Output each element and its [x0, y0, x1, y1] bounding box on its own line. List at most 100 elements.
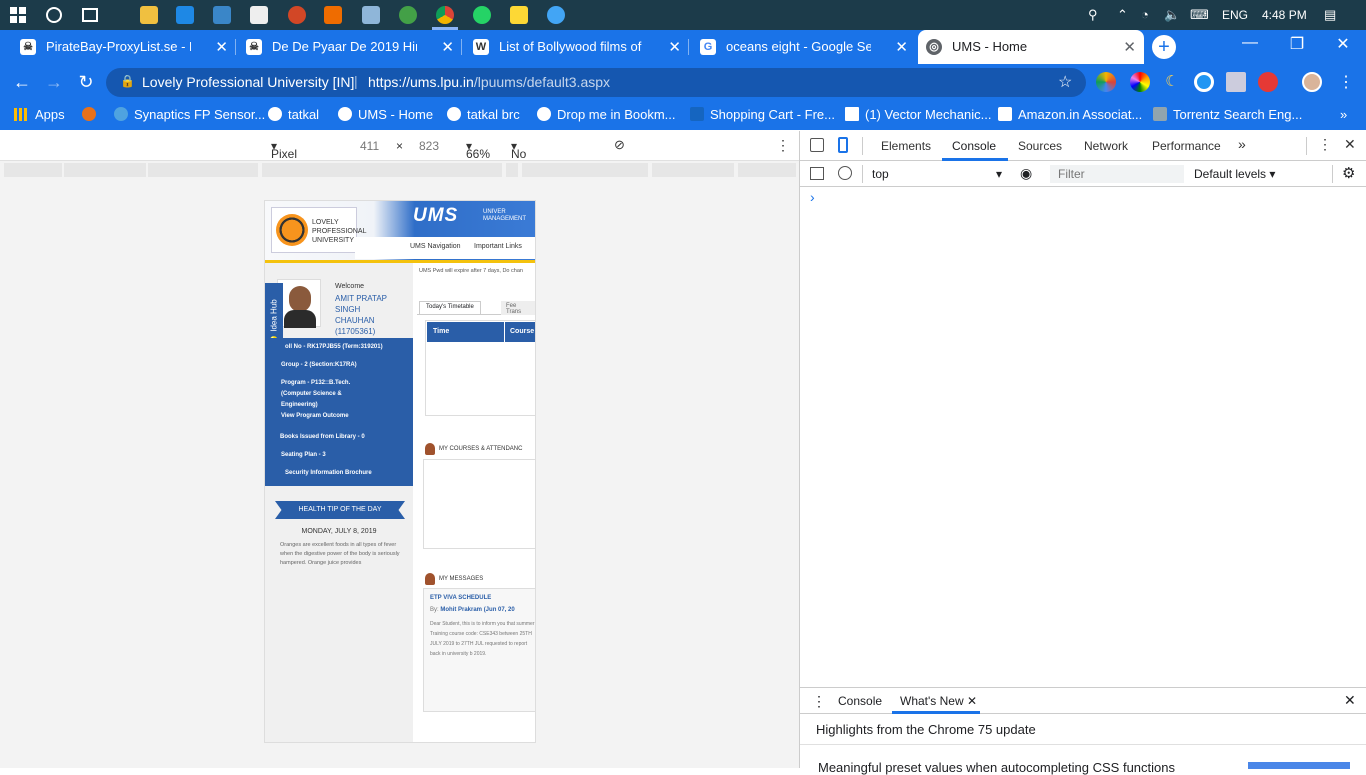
bookmark-apps[interactable]: Apps	[14, 107, 65, 122]
tab-console[interactable]: Console	[952, 139, 996, 153]
address-bar[interactable]: 🔒 Lovely Professional University [IN] | …	[106, 68, 1086, 97]
levels-select[interactable]: Default levels ▾	[1194, 167, 1275, 181]
volume-icon[interactable]: 🔈	[1164, 7, 1180, 23]
extension-circle-icon[interactable]	[1194, 72, 1214, 92]
security-brochure-item[interactable]: Security Information Brochure	[285, 468, 372, 479]
filter-input[interactable]: Filter	[1050, 165, 1184, 183]
eye-icon[interactable]: ◉	[1020, 165, 1032, 182]
browser-icon[interactable]	[547, 6, 565, 24]
bookmark-ums-home[interactable]: UMS - Home	[338, 107, 433, 122]
media-query-ruler[interactable]	[0, 161, 799, 179]
notifications-icon[interactable]: ▤	[1324, 7, 1336, 23]
restore-button[interactable]: ❐	[1274, 34, 1320, 54]
more-tabs-icon[interactable]: »	[1238, 136, 1246, 152]
message-title[interactable]: ETP VIVA SCHEDULE	[430, 595, 491, 601]
tab-ums-home[interactable]: ◎ UMS - Home ✕	[918, 30, 1144, 64]
close-icon[interactable]: ✕	[967, 694, 977, 708]
sticky-notes-icon[interactable]	[510, 6, 528, 24]
tab-de-de-pyaar-de[interactable]: ☠ De De Pyaar De 2019 Hindi HD ✕	[238, 30, 462, 64]
tab-performance[interactable]: Performance	[1152, 139, 1221, 153]
site-identity[interactable]: Lovely Professional University [IN]	[142, 74, 354, 90]
context-select[interactable]: top ▾	[872, 167, 1002, 181]
tab-piratebay[interactable]: ☠ PirateBay-ProxyList.se - Downl ✕	[12, 30, 236, 64]
edge-icon[interactable]	[176, 6, 194, 24]
bookmark-tatkal[interactable]: tatkal	[268, 107, 319, 122]
roll-no-item[interactable]: oll No - RK17PJB55 (Term:319201)	[285, 342, 383, 353]
bookmark-vector-mechanics[interactable]: (1) Vector Mechanic...	[845, 107, 991, 122]
clock[interactable]: 4:48 PM	[1262, 8, 1307, 22]
close-drawer-icon[interactable]: ✕	[1344, 692, 1356, 709]
reload-icon[interactable]: ↻	[74, 72, 98, 93]
url-text[interactable]: https://ums.lpu.in/lpuums/default3.aspx	[368, 74, 610, 90]
back-icon[interactable]: ←	[10, 72, 34, 93]
menu-ums-navigation[interactable]: UMS Navigation	[410, 243, 461, 250]
wifi-icon[interactable]: ◔	[1141, 7, 1149, 22]
tab-google-search[interactable]: G oceans eight - Google Search ✕	[692, 30, 916, 64]
devtools-menu-icon[interactable]: ⋮	[1318, 136, 1332, 153]
bookmark-synaptics[interactable]: Synaptics FP Sensor...	[114, 107, 265, 122]
lpu-logo[interactable]: LOVELY PROFESSIONAL UNIVERSITY	[271, 207, 366, 253]
extension-color-icon[interactable]	[1096, 72, 1116, 92]
drawer-menu-icon[interactable]: ⋮	[812, 693, 826, 710]
close-window-button[interactable]: ✕	[1320, 34, 1366, 54]
night-mode-icon[interactable]: ☾	[1162, 72, 1182, 92]
search-icon[interactable]	[46, 7, 62, 23]
console-settings-icon[interactable]: ⚙	[1342, 164, 1355, 182]
console-prompt[interactable]: ›	[810, 189, 815, 205]
extension-red-icon[interactable]	[1258, 72, 1278, 92]
tab-bollywood-list[interactable]: W List of Bollywood films of 2019 ✕	[465, 30, 689, 64]
forward-icon[interactable]: →	[42, 72, 66, 93]
bookmark-drop-me[interactable]: Drop me in Bookm...	[537, 107, 676, 122]
books-item[interactable]: Books Issued from Library - 0	[280, 432, 365, 443]
new-tab-button[interactable]: +	[1152, 35, 1176, 59]
tab-sources[interactable]: Sources	[1018, 139, 1062, 153]
tab-todays-timetable[interactable]: Today's Timetable	[419, 301, 481, 315]
profile-avatar[interactable]	[1302, 72, 1322, 92]
extension-palette-icon[interactable]	[1130, 72, 1150, 92]
close-icon[interactable]: ✕	[1123, 38, 1136, 56]
lock-icon[interactable]: 🔒	[120, 74, 135, 88]
bookmark-torrentz[interactable]: Torrentz Search Eng...	[1153, 107, 1302, 122]
close-icon[interactable]: ✕	[895, 38, 908, 56]
sidebar-toggle-icon[interactable]	[810, 167, 824, 180]
bookmark-star-icon[interactable]: ☆	[1058, 72, 1072, 92]
windows-start-icon[interactable]	[10, 7, 26, 23]
rotate-icon[interactable]: ⊘	[614, 137, 625, 153]
tab-fee-transactions[interactable]: Fee Trans	[501, 301, 535, 315]
mail-icon[interactable]	[250, 6, 268, 24]
menu-important-links[interactable]: Important Links	[474, 243, 522, 250]
program-item[interactable]: Program - P132::B.Tech. (Computer Science…	[281, 378, 350, 422]
clear-console-icon[interactable]	[838, 166, 852, 180]
bookmark-tatkal-brc[interactable]: tatkal brc	[447, 107, 520, 122]
seating-plan-item[interactable]: Seating Plan - 3	[281, 450, 326, 461]
close-icon[interactable]: ✕	[441, 38, 454, 56]
bookmark-shopping-cart[interactable]: Shopping Cart - Fre...	[690, 107, 835, 122]
height-input[interactable]: 823	[419, 139, 439, 153]
throttle-select[interactable]: No throttling ▾	[511, 139, 557, 175]
zoom-select[interactable]: 66% ▾	[466, 139, 490, 161]
tab-network[interactable]: Network	[1084, 139, 1128, 153]
close-devtools-icon[interactable]: ✕	[1344, 136, 1356, 153]
more-bookmarks-icon[interactable]: »	[1340, 107, 1347, 122]
language-indicator[interactable]: ENG	[1222, 8, 1248, 22]
chevron-up-icon[interactable]: ⌃	[1117, 7, 1128, 23]
device-toggle-icon[interactable]	[838, 137, 848, 153]
keyboard-icon[interactable]: ⌨	[1190, 7, 1209, 23]
bookmark-basketball[interactable]	[82, 107, 102, 122]
device-select[interactable]: Pixel 2 XL ▾	[271, 139, 297, 175]
group-item[interactable]: Group - 2 (Section:K17RA)	[281, 360, 357, 371]
utorrent-icon[interactable]	[399, 6, 417, 24]
task-view-icon[interactable]	[82, 8, 98, 22]
extension-grey-icon[interactable]	[1226, 72, 1246, 92]
tab-elements[interactable]: Elements	[881, 139, 931, 153]
whatsapp-icon[interactable]	[473, 6, 491, 24]
bookmark-amazon[interactable]: Amazon.in Associat...	[998, 107, 1142, 122]
width-input[interactable]: 411	[360, 139, 379, 153]
store-icon[interactable]	[213, 6, 231, 24]
close-icon[interactable]: ✕	[215, 38, 228, 56]
drawer-tab-console[interactable]: Console	[838, 694, 882, 708]
menu-kebab-icon[interactable]: ⋮	[1338, 72, 1354, 92]
minimize-button[interactable]: —	[1227, 34, 1273, 52]
drawer-tab-whats-new[interactable]: What's New ✕	[900, 694, 977, 708]
sublime-icon[interactable]	[324, 6, 342, 24]
